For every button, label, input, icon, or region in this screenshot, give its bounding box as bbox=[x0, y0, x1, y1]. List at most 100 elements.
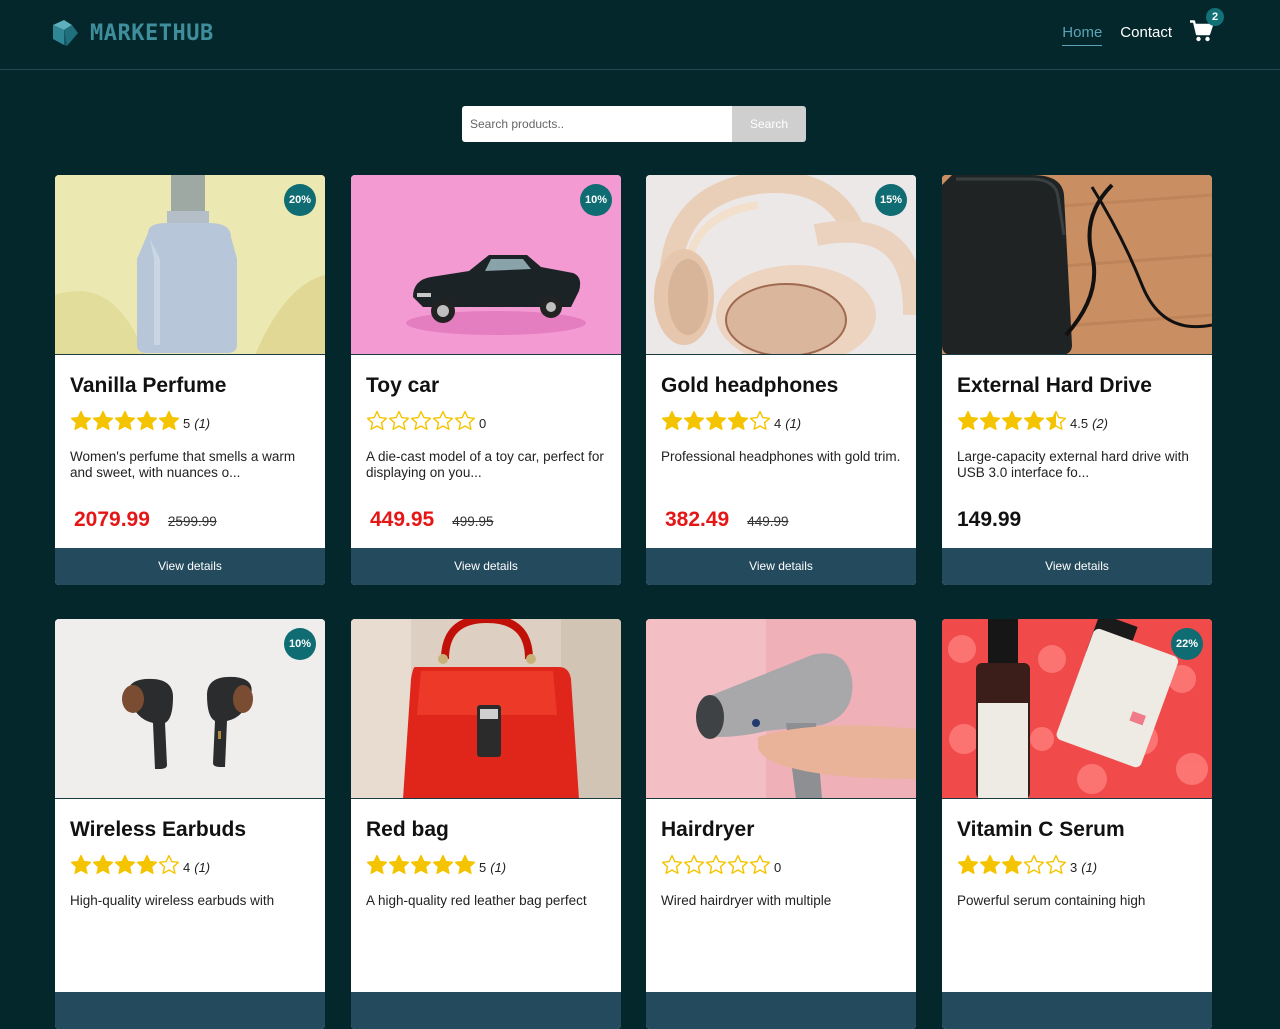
product-old-price: 2599.99 bbox=[167, 514, 217, 529]
product-price: 2079.99 bbox=[74, 508, 150, 531]
product-title[interactable]: Gold headphones bbox=[646, 374, 916, 398]
view-details-button[interactable] bbox=[351, 992, 621, 1029]
product-description: A high-quality red leather bag perfect bbox=[366, 893, 587, 908]
view-details-button[interactable]: View details bbox=[351, 548, 621, 585]
star-icon bbox=[388, 854, 410, 881]
product-image[interactable] bbox=[942, 175, 1212, 355]
product-image[interactable] bbox=[351, 619, 621, 799]
search-button[interactable]: Search bbox=[732, 106, 806, 142]
star-icon bbox=[114, 410, 136, 437]
star-icon bbox=[661, 410, 683, 437]
logo-text: MARKETHUB bbox=[90, 20, 214, 46]
discount-badge: 10% bbox=[580, 184, 612, 216]
star-icon bbox=[979, 854, 1001, 881]
star-icon bbox=[410, 410, 432, 437]
star-icon bbox=[727, 410, 749, 437]
logo-icon bbox=[53, 20, 78, 46]
product-rating: 4.5 (2) bbox=[942, 410, 1212, 437]
product-price: 149.99 bbox=[957, 508, 1022, 531]
review-count: (2) bbox=[1092, 415, 1108, 431]
star-icon bbox=[1001, 854, 1023, 881]
product-description: Women's perfume that smells a warm and s… bbox=[70, 449, 296, 480]
product-title[interactable]: Vanilla Perfume bbox=[55, 374, 325, 398]
product-card-perfume-bottle[interactable]: 20% Vanilla Perfume 5 (1) Women's perfum… bbox=[55, 175, 325, 585]
product-title[interactable]: Vitamin C Serum bbox=[942, 818, 1212, 842]
product-card-hairdryer[interactable]: Hairdryer 0 Wired hairdryer with multipl… bbox=[646, 619, 916, 1029]
star-icon bbox=[683, 410, 705, 437]
discount-badge: 10% bbox=[284, 628, 316, 660]
view-details-button[interactable] bbox=[942, 992, 1212, 1029]
logo[interactable]: MARKETHUB bbox=[50, 19, 214, 47]
rating-stars bbox=[70, 854, 180, 881]
cart-button[interactable]: 2 bbox=[1190, 8, 1224, 46]
product-card-toy-car[interactable]: 10% Toy car 0 A die-cast model of a toy … bbox=[351, 175, 621, 585]
view-details-button[interactable] bbox=[646, 992, 916, 1029]
star-icon bbox=[366, 410, 388, 437]
view-details-button[interactable]: View details bbox=[942, 548, 1212, 585]
rating-value: 0 bbox=[774, 859, 782, 875]
rating-stars bbox=[70, 410, 180, 437]
star-icon bbox=[136, 854, 158, 881]
product-title[interactable]: Red bag bbox=[351, 818, 621, 842]
product-prices: 149.99 bbox=[942, 508, 1054, 532]
product-rating: 5 (1) bbox=[351, 854, 621, 881]
product-rating: 3 (1) bbox=[942, 854, 1212, 881]
star-icon bbox=[979, 410, 1001, 437]
product-image[interactable] bbox=[646, 619, 916, 799]
nav-home-link[interactable]: Home bbox=[1062, 20, 1103, 46]
rating-value: 5 bbox=[183, 415, 191, 431]
view-details-button[interactable]: View details bbox=[646, 548, 916, 585]
product-image[interactable]: 22% bbox=[942, 619, 1212, 799]
product-card-hard-drive[interactable]: External Hard Drive 4.5 (2) Large-capaci… bbox=[942, 175, 1212, 585]
product-description: High-quality wireless earbuds with bbox=[70, 893, 275, 908]
product-rating: 4 (1) bbox=[646, 410, 916, 437]
rating-value: 0 bbox=[479, 415, 487, 431]
view-details-button[interactable]: View details bbox=[55, 548, 325, 585]
nav-contact-link[interactable]: Contact bbox=[1120, 20, 1172, 46]
product-rating: 5 (1) bbox=[55, 410, 325, 437]
star-icon bbox=[957, 410, 979, 437]
view-details-button[interactable] bbox=[55, 992, 325, 1029]
product-card-headphones[interactable]: 15% Gold headphones 4 (1) Professional h… bbox=[646, 175, 916, 585]
star-icon bbox=[957, 854, 979, 881]
star-icon bbox=[70, 854, 92, 881]
rating-value: 5 bbox=[479, 859, 487, 875]
product-card-earbuds[interactable]: 10% Wireless Earbuds 4 (1) High-quality … bbox=[55, 619, 325, 1029]
star-icon bbox=[366, 854, 388, 881]
star-icon bbox=[727, 854, 749, 881]
review-count: (1) bbox=[1081, 859, 1098, 875]
rating-stars bbox=[957, 410, 1067, 437]
product-card-serum[interactable]: 22% Vitamin C Serum 3 (1) Powerful serum… bbox=[942, 619, 1212, 1029]
star-icon bbox=[454, 854, 476, 881]
product-image[interactable]: 10% bbox=[55, 619, 325, 799]
product-old-price: 499.95 bbox=[452, 514, 494, 529]
star-icon bbox=[454, 410, 476, 437]
product-card-red-bag[interactable]: Red bag 5 (1) A high-quality red leather… bbox=[351, 619, 621, 1029]
product-title[interactable]: Hairdryer bbox=[646, 818, 916, 842]
main-nav: Home Contact 2 bbox=[1044, 8, 1224, 46]
star-icon bbox=[749, 410, 771, 437]
product-title[interactable]: Wireless Earbuds bbox=[55, 818, 325, 842]
product-image[interactable]: 15% bbox=[646, 175, 916, 355]
star-icon bbox=[661, 854, 683, 881]
product-image[interactable]: 20% bbox=[55, 175, 325, 355]
review-count: (1) bbox=[194, 859, 211, 875]
product-title[interactable]: Toy car bbox=[351, 374, 621, 398]
product-prices: 382.49 449.99 bbox=[646, 508, 804, 532]
star-icon bbox=[705, 854, 727, 881]
product-title[interactable]: External Hard Drive bbox=[942, 374, 1212, 398]
star-icon bbox=[92, 410, 114, 437]
product-price: 382.49 bbox=[665, 508, 730, 531]
product-old-price: 449.99 bbox=[747, 514, 789, 529]
search-input[interactable] bbox=[462, 106, 732, 142]
discount-badge: 15% bbox=[875, 184, 907, 216]
rating-stars bbox=[366, 410, 476, 437]
star-icon bbox=[1045, 854, 1067, 881]
product-rating: 0 bbox=[646, 854, 916, 881]
star-icon bbox=[432, 854, 454, 881]
product-image[interactable]: 10% bbox=[351, 175, 621, 355]
star-icon bbox=[705, 410, 727, 437]
product-price: 449.95 bbox=[370, 508, 435, 531]
discount-badge: 22% bbox=[1171, 628, 1203, 660]
product-description: Powerful serum containing high bbox=[957, 893, 1146, 908]
